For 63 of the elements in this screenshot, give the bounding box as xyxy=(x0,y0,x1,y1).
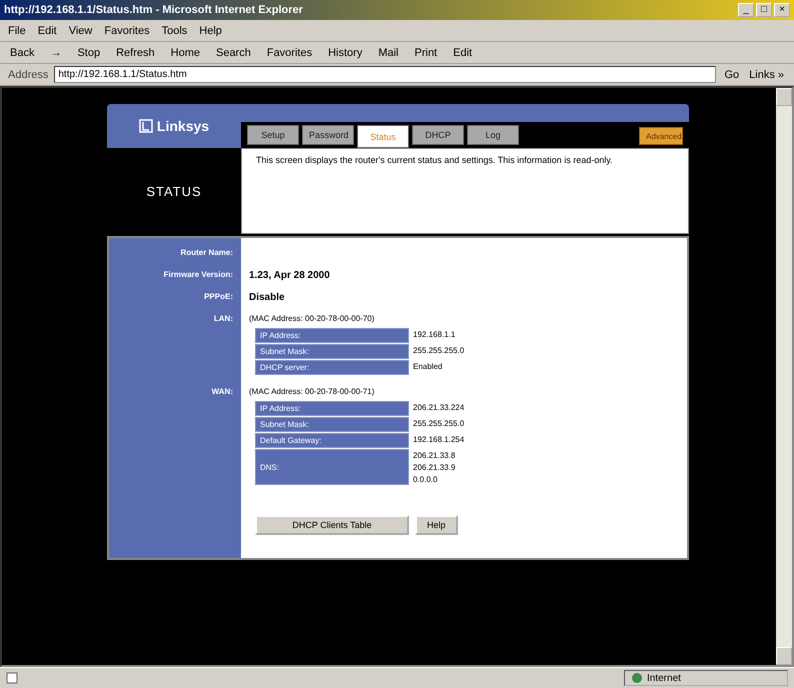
field-label: Firmware Version: xyxy=(162,270,234,279)
toolbar-button[interactable]: Home xyxy=(168,46,202,58)
tab[interactable]: Setup xyxy=(247,125,299,145)
toolbar-button[interactable]: Search xyxy=(214,46,253,58)
address-field[interactable]: http://192.168.1.1/Status.htm xyxy=(54,66,716,83)
close-button[interactable]: × xyxy=(774,3,790,17)
minimize-button[interactable]: _ xyxy=(738,3,754,17)
row-value: 255.255.255.0 xyxy=(413,419,464,428)
description: This screen displays the router's current status and settings. This information is read-only. xyxy=(241,148,689,234)
row-value: 206.21.33.8 xyxy=(413,451,456,460)
row-label: DHCP server: xyxy=(255,360,409,375)
row-label: IP Address: xyxy=(255,401,409,416)
group-label: WAN: xyxy=(210,387,234,396)
address-label: Address xyxy=(8,68,48,80)
links-button[interactable]: Links » xyxy=(747,68,786,80)
toolbar-button[interactable]: Stop xyxy=(75,46,102,58)
toolbar-button[interactable]: Edit xyxy=(451,46,474,58)
row-value: 206.21.33.9 xyxy=(413,463,456,472)
menu-item[interactable]: Favorites xyxy=(104,24,150,36)
row-value: 255.255.255.0 xyxy=(413,346,464,355)
group-label: LAN: xyxy=(212,314,234,323)
row-value: 206.21.33.224 xyxy=(413,403,464,412)
mac-address: (MAC Address: 00-20-78-00-00-71) xyxy=(248,387,374,396)
clients-table-button[interactable]: DHCP Clients Table xyxy=(255,515,409,535)
toolbar-button[interactable]: Print xyxy=(412,46,440,58)
menu-item[interactable]: Edit xyxy=(38,24,57,36)
menu-item[interactable]: File xyxy=(8,24,26,36)
field-label: Router Name: xyxy=(180,248,234,257)
field-value: 1.23, Apr 28 2000 xyxy=(248,270,330,281)
toolbar-button[interactable]: Mail xyxy=(376,46,400,58)
window-title: http://192.168.1.1/Status.htm - Microsoft Internet Explorer xyxy=(4,4,303,16)
advanced-tab[interactable]: Advanced xyxy=(639,127,683,145)
mac-address: (MAC Address: 00-20-78-00-00-70) xyxy=(248,314,374,323)
logo-icon xyxy=(138,119,153,133)
zone-label: Internet xyxy=(647,672,681,684)
row-value: Enabled xyxy=(413,362,442,371)
row-label: Subnet Mask: xyxy=(255,417,409,432)
tab[interactable]: Log xyxy=(467,125,519,145)
row-label: DNS: xyxy=(255,449,409,485)
row-value: 192.168.1.254 xyxy=(413,435,464,444)
field-value: Disable xyxy=(248,292,285,303)
row-label: IP Address: xyxy=(255,328,409,343)
toolbar-button[interactable]: Back xyxy=(8,46,36,58)
page-icon xyxy=(6,672,18,684)
menu-item[interactable]: View xyxy=(68,24,92,36)
row-label: Default Gateway: xyxy=(255,433,409,448)
maximize-button[interactable]: □ xyxy=(756,3,772,17)
tab[interactable]: Password xyxy=(302,125,354,145)
menu-item[interactable]: Help xyxy=(199,24,222,36)
help-button[interactable]: Help xyxy=(415,515,458,535)
row-label: Subnet Mask: xyxy=(255,344,409,359)
logo: Linksys xyxy=(156,118,210,134)
tab[interactable]: DHCP xyxy=(412,125,464,145)
row-value: 0.0.0.0 xyxy=(413,475,438,484)
menu-item[interactable]: Tools xyxy=(162,24,188,36)
toolbar-button[interactable]: Refresh xyxy=(114,46,157,58)
scrollbar[interactable] xyxy=(776,88,792,665)
toolbar-button[interactable]: Favorites xyxy=(264,46,314,58)
row-value: 192.168.1.1 xyxy=(413,330,456,339)
toolbar-button[interactable]: History xyxy=(326,46,364,58)
go-button[interactable]: Go xyxy=(722,68,742,80)
toolbar-button[interactable]: → xyxy=(48,46,64,58)
field-label: PPPoE: xyxy=(203,292,234,301)
